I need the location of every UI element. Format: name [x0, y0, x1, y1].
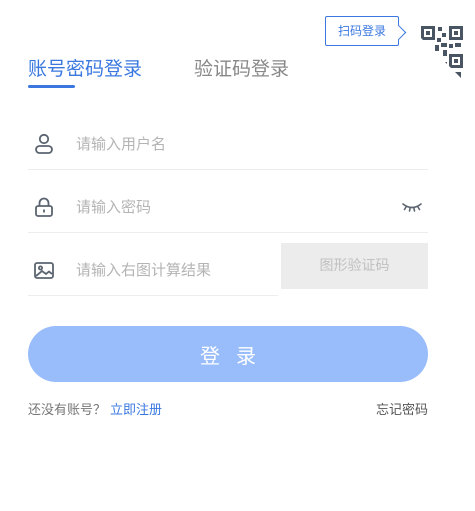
user-icon — [32, 132, 56, 156]
lock-icon — [32, 195, 56, 219]
register-prompt: 还没有账号？ 立即注册 — [28, 399, 162, 418]
login-button[interactable]: 登录 — [28, 326, 428, 382]
forgot-password-link[interactable]: 忘记密码 — [376, 399, 428, 418]
captcha-row — [28, 244, 278, 296]
register-link[interactable]: 立即注册 — [110, 403, 162, 418]
username-row — [28, 118, 428, 170]
tab-sms-login[interactable]: 验证码登录 — [194, 56, 289, 82]
qr-login-tooltip[interactable]: 扫码登录 — [325, 16, 399, 46]
image-icon — [32, 258, 56, 282]
no-account-text: 还没有账号？ — [28, 403, 107, 418]
tab-password-login[interactable]: 账号密码登录 — [28, 56, 142, 82]
captcha-input[interactable] — [76, 256, 266, 284]
password-row — [28, 181, 428, 233]
password-input[interactable] — [76, 193, 376, 221]
captcha-image[interactable]: 图形验证码 — [281, 243, 428, 289]
login-tabs: 账号密码登录 验证码登录 — [28, 56, 448, 92]
username-input[interactable] — [76, 130, 376, 158]
active-tab-indicator — [28, 85, 75, 88]
eye-closed-icon[interactable] — [400, 197, 424, 217]
